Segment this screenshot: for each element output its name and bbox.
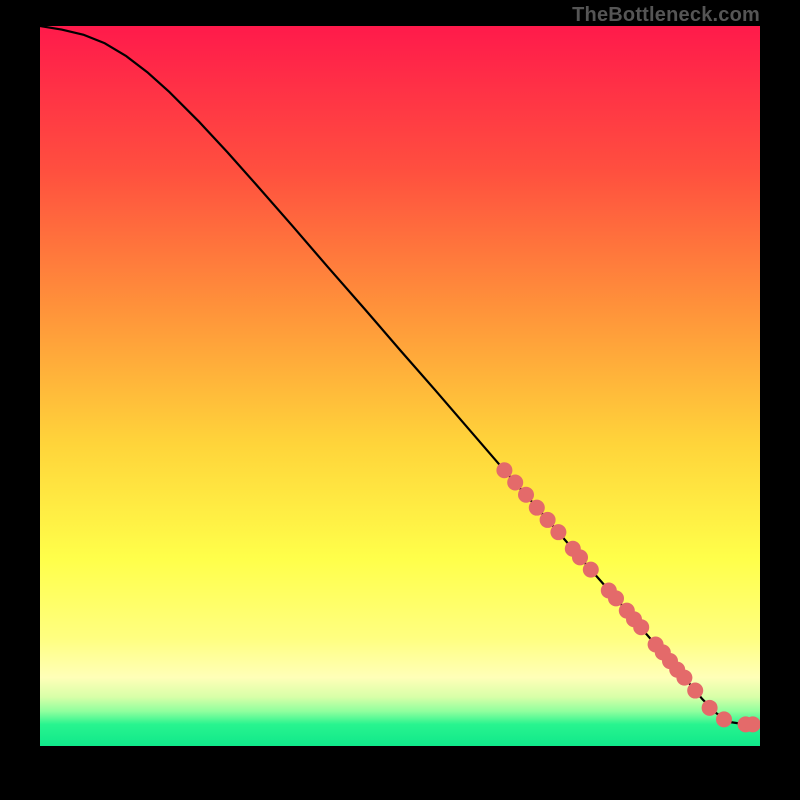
chart-frame: TheBottleneck.com bbox=[0, 0, 800, 800]
data-point bbox=[572, 549, 588, 565]
data-point bbox=[540, 512, 556, 528]
data-point bbox=[550, 524, 566, 540]
data-point bbox=[702, 700, 718, 716]
data-point bbox=[676, 670, 692, 686]
data-point bbox=[633, 619, 649, 635]
data-point bbox=[518, 487, 534, 503]
data-point bbox=[507, 474, 523, 490]
data-point bbox=[583, 562, 599, 578]
watermark-label: TheBottleneck.com bbox=[572, 4, 760, 27]
data-point bbox=[529, 500, 545, 516]
data-point bbox=[496, 462, 512, 478]
data-point bbox=[687, 683, 703, 699]
data-point bbox=[608, 590, 624, 606]
chart-svg bbox=[40, 26, 760, 746]
plot-area bbox=[40, 26, 760, 746]
data-point bbox=[716, 711, 732, 727]
